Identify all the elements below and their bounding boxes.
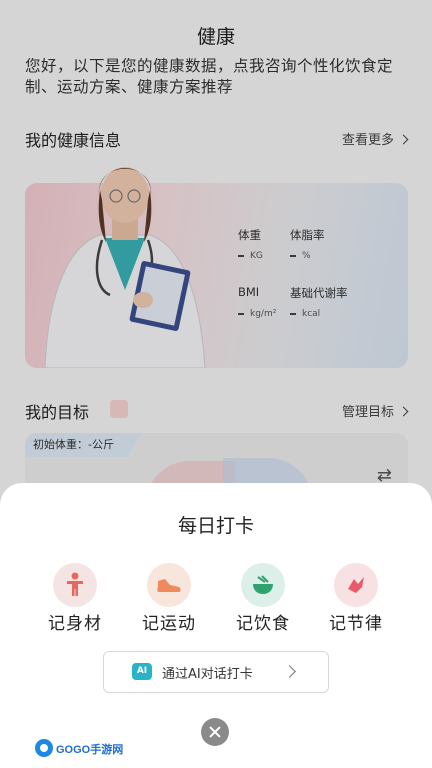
record-exercise-label: 记运动 (142, 614, 196, 634)
site-watermark-logo: GOGO手游网 (35, 739, 123, 757)
bowl-icon (241, 563, 285, 607)
record-body-button[interactable]: 记身材 (40, 563, 110, 643)
chevron-right-icon (283, 665, 296, 678)
record-rhythm-button[interactable]: 记节律 (321, 563, 391, 643)
record-body-label: 记身材 (48, 614, 102, 634)
ai-checkin-button[interactable]: AI 通过AI对话打卡 (103, 651, 329, 693)
record-exercise-button[interactable]: 记运动 (134, 563, 204, 643)
record-diet-button[interactable]: 记饮食 (228, 563, 298, 643)
record-diet-label: 记饮食 (236, 614, 290, 634)
body-icon (53, 563, 97, 607)
sheet-title: 每日打卡 (177, 515, 254, 537)
ai-checkin-label: 通过AI对话打卡 (162, 667, 253, 682)
rhythm-icon (334, 563, 378, 607)
shoe-icon (147, 563, 191, 607)
svg-text:GOGO手游网: GOGO手游网 (56, 742, 123, 756)
ai-chat-icon: AI (132, 663, 152, 680)
record-rhythm-label: 记节律 (329, 614, 383, 634)
daily-checkin-sheet: 每日打卡 记身材 记运动 记饮食 记节律 AI 通过AI对话打卡 (0, 483, 432, 768)
close-icon[interactable] (201, 718, 229, 746)
